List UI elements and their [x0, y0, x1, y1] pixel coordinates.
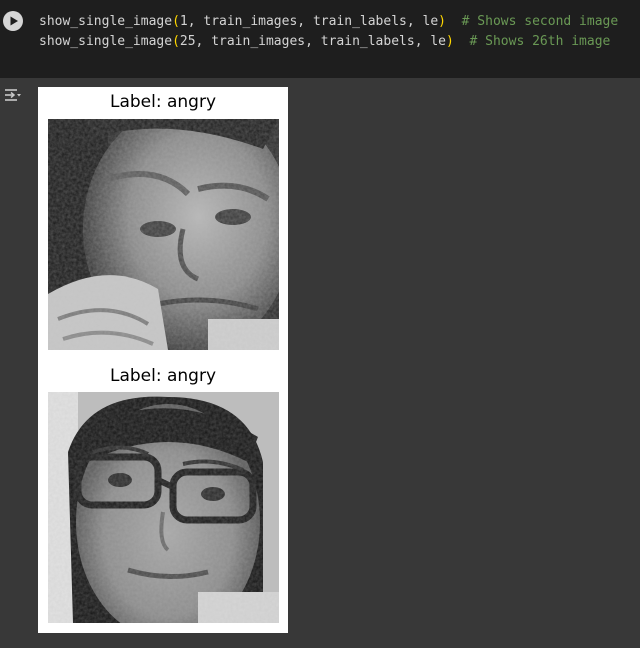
code-text[interactable]: show_single_image(1, train_images, train…	[39, 12, 618, 52]
function-call: show_single_image	[39, 14, 173, 29]
function-call: show_single_image	[39, 34, 173, 49]
code-comment: # Shows 26th image	[469, 34, 611, 49]
run-cell-button[interactable]	[3, 11, 23, 31]
code-comment: # Shows second image	[461, 14, 619, 29]
play-icon	[10, 16, 18, 26]
call-args: 25, train_images, train_labels, le	[179, 34, 446, 49]
output-toggle-icon	[5, 89, 21, 101]
open-paren: (	[172, 14, 180, 29]
notebook-cell: show_single_image(1, train_images, train…	[0, 0, 640, 648]
call-args: 1, train_images, train_labels, le	[179, 14, 439, 29]
close-paren: )	[438, 14, 446, 29]
open-paren: (	[172, 34, 180, 49]
subplot-title: Label: angry	[109, 366, 217, 386]
output-actions-button[interactable]	[2, 86, 22, 106]
face-image-woman	[48, 392, 279, 623]
output-figure: Label: angry Label: angry	[38, 87, 288, 633]
code-line-2: show_single_image(25, train_images, trai…	[39, 34, 610, 49]
subplot-title: Label: angry	[109, 92, 217, 112]
code-line-1: show_single_image(1, train_images, train…	[39, 14, 618, 29]
code-editor[interactable]: show_single_image(1, train_images, train…	[0, 0, 640, 78]
close-paren: )	[446, 34, 454, 49]
face-image-man	[48, 119, 279, 350]
